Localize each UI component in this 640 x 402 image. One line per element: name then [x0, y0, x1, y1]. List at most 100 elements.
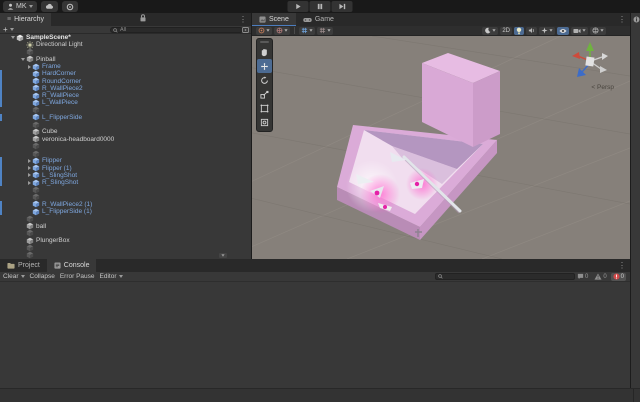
audio-toggle[interactable]	[526, 27, 537, 35]
hierarchy-row[interactable]	[0, 252, 251, 259]
gizmos-dropdown[interactable]	[590, 27, 606, 35]
hierarchy-row[interactable]	[0, 215, 251, 222]
override-bar	[0, 70, 2, 77]
hierarchy-row[interactable]	[0, 49, 251, 56]
status-bar	[0, 388, 640, 402]
tab-console[interactable]: Console	[47, 259, 97, 272]
scene-picker-icon[interactable]	[242, 27, 249, 33]
lighting-toggle[interactable]	[514, 27, 524, 35]
lightbulb-icon	[516, 27, 522, 35]
warning-filter-toggle[interactable]: 0	[592, 273, 608, 281]
hierarchy-menu-icon[interactable]: ⋮	[235, 13, 251, 26]
console-menu-icon[interactable]: ⋮	[614, 259, 630, 272]
override-bar	[0, 78, 2, 85]
error-pause-button[interactable]: Error Pause	[60, 273, 95, 280]
scene-menu-icon[interactable]: ⋮	[614, 13, 630, 26]
editor-dropdown[interactable]: Editor	[100, 273, 123, 280]
hierarchy-row[interactable]: Directional Light	[0, 41, 251, 48]
effects-dropdown[interactable]	[539, 27, 555, 35]
hierarchy-panel: ≡ Hierarchy ⋮ + All SampleScene*	[0, 13, 251, 259]
account-label: MK	[16, 3, 27, 10]
hierarchy-row-label: L_FlipperSide (1)	[42, 208, 92, 215]
play-button[interactable]	[288, 1, 309, 12]
transform-icon	[260, 118, 269, 127]
hierarchy-footer-caret[interactable]	[219, 253, 227, 258]
move-tool-button[interactable]	[257, 59, 272, 73]
hierarchy-row-label: RoundCorner	[42, 78, 81, 85]
collapse-button[interactable]: Collapse	[30, 273, 55, 280]
view-tool-button[interactable]	[257, 45, 272, 59]
hierarchy-row[interactable]: L_FlipperSide (1)	[0, 208, 251, 215]
scene-viewport[interactable]: < Persp	[252, 36, 630, 259]
hierarchy-row-label: L_FlipperSide	[42, 114, 82, 121]
camera-icon	[573, 28, 581, 34]
2d-toggle[interactable]: 2D	[500, 27, 512, 35]
scale-tool-button[interactable]	[257, 87, 272, 101]
sparkle-icon	[541, 27, 548, 34]
rect-tool-button[interactable]	[257, 101, 272, 115]
hierarchy-row[interactable]: PlungerBox	[0, 237, 251, 244]
error-count: 0	[621, 274, 624, 280]
chevron-down-icon	[10, 28, 14, 31]
account-dropdown[interactable]: MK	[3, 1, 37, 12]
error-icon	[613, 273, 620, 280]
override-bar	[0, 165, 2, 172]
hierarchy-row[interactable]: ball	[0, 223, 251, 230]
hierarchy-row[interactable]: SampleScene*	[0, 34, 251, 41]
tab-scene-label: Scene	[269, 16, 289, 23]
cloud-button[interactable]	[41, 1, 58, 12]
hierarchy-search-input[interactable]: All	[110, 27, 243, 33]
editor-label: Editor	[100, 273, 117, 280]
scale-icon	[260, 90, 269, 99]
services-button[interactable]	[62, 1, 78, 12]
pivot-mode-dropdown[interactable]	[256, 27, 272, 35]
tab-inspector[interactable]: In	[631, 13, 640, 26]
clear-label: Clear	[3, 273, 19, 280]
rect-icon	[260, 104, 269, 113]
scene-visibility-toggle[interactable]	[557, 27, 569, 35]
hierarchy-row-label: veronica-headboard0000	[42, 136, 114, 143]
gear-icon	[66, 3, 74, 11]
add-object-button[interactable]: +	[3, 26, 14, 33]
console-search-input[interactable]	[435, 273, 575, 280]
avatar-icon	[7, 3, 14, 10]
tab-scene[interactable]: Scene	[252, 13, 296, 26]
hierarchy-row-label: R_WallPiece	[42, 92, 79, 99]
info-icon	[577, 273, 584, 280]
console-log-area[interactable]	[0, 282, 630, 388]
perspective-label[interactable]: < Persp	[591, 84, 614, 91]
orientation-dropdown[interactable]	[274, 27, 290, 35]
hierarchy-row[interactable]	[0, 230, 251, 237]
play-controls	[288, 1, 353, 12]
render-mode-dropdown[interactable]	[482, 27, 498, 35]
camera-settings-dropdown[interactable]	[571, 27, 588, 35]
console-icon	[54, 262, 61, 269]
tab-game[interactable]: Game	[296, 13, 341, 26]
tab-project[interactable]: Project	[0, 259, 47, 272]
hierarchy-row-label: R_SlingShot	[42, 179, 78, 186]
bottom-tabbar: Project Console ⋮	[0, 259, 630, 272]
override-bar	[0, 99, 2, 106]
override-bar	[0, 201, 2, 208]
hand-icon	[260, 48, 269, 57]
step-button[interactable]	[332, 1, 353, 12]
pause-button[interactable]	[310, 1, 331, 12]
hierarchy-row-label: HardCorner	[42, 70, 76, 77]
speaker-icon	[528, 27, 535, 34]
scene-panel: Scene Game ⋮	[252, 13, 630, 259]
tools-overlay	[256, 38, 273, 132]
error-filter-toggle[interactable]: 0	[611, 273, 626, 281]
tab-console-label: Console	[64, 262, 90, 269]
rotate-icon	[260, 76, 269, 85]
overlay-drag-handle[interactable]	[260, 41, 269, 43]
transform-tool-button[interactable]	[257, 115, 272, 129]
clear-button[interactable]: Clear	[3, 273, 25, 280]
info-filter-toggle[interactable]: 0	[575, 273, 590, 281]
grid-snap-dropdown[interactable]	[299, 27, 315, 35]
hierarchy-row-label: PlungerBox	[36, 237, 70, 244]
rotate-tool-button[interactable]	[257, 73, 272, 87]
lock-icon[interactable]	[139, 13, 147, 26]
hierarchy-row[interactable]	[0, 244, 251, 251]
snap-increment-dropdown[interactable]	[317, 27, 333, 35]
override-bar	[0, 92, 2, 99]
